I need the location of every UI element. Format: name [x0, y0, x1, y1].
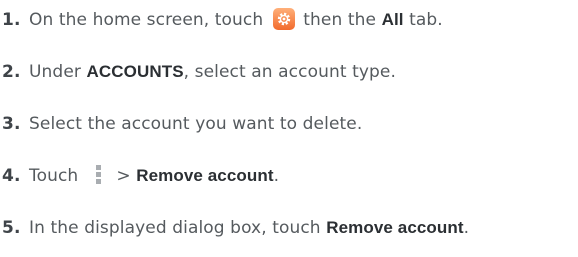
- step-text: >: [116, 166, 131, 186]
- step-text: On the home screen, touch: [29, 10, 264, 30]
- step-text: Touch: [29, 166, 79, 186]
- step-text: then the: [303, 10, 377, 30]
- all-tab-label: All: [381, 10, 404, 29]
- step-text: , select an account type.: [183, 62, 396, 82]
- accounts-label: ACCOUNTS: [86, 62, 184, 81]
- step-number: 3: [2, 114, 14, 134]
- step-text: .: [273, 166, 280, 186]
- step-text: .: [463, 218, 470, 238]
- settings-gear-icon: [273, 8, 296, 30]
- step-2: 2. Under ACCOUNTS, select an account typ…: [2, 62, 396, 82]
- step-text: tab.: [409, 10, 443, 30]
- step-number: 4: [2, 166, 14, 186]
- step-1: 1. On the home screen, touch then the All…: [2, 8, 443, 30]
- step-text: Select the account you want to delete.: [29, 114, 363, 134]
- step-text: In the displayed dialog box, touch: [29, 218, 321, 238]
- step-4: 4. Touch > Remove account.: [2, 165, 280, 186]
- step-5: 5. In the displayed dialog box, touch Re…: [2, 218, 470, 238]
- overflow-menu-icon: [96, 165, 102, 185]
- remove-account-label: Remove account: [326, 218, 464, 237]
- remove-account-label: Remove account: [136, 166, 274, 185]
- step-number: 5: [2, 218, 14, 238]
- step-number: 2: [2, 62, 14, 82]
- step-number: 1: [2, 10, 14, 30]
- step-3: 3. Select the account you want to delete…: [2, 114, 363, 134]
- step-text: Under: [29, 62, 81, 82]
